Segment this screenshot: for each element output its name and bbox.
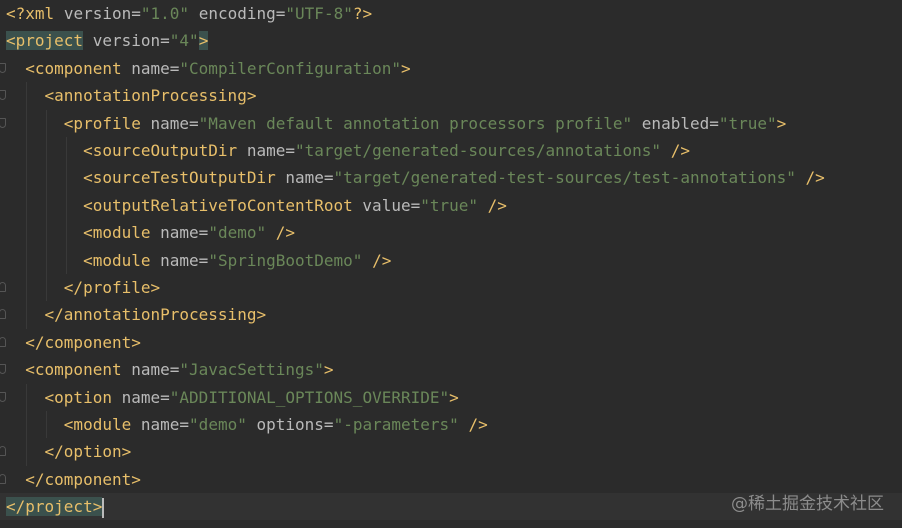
code-line[interactable]: </component> bbox=[0, 329, 902, 356]
code-line[interactable]: <project version="4"> bbox=[0, 27, 902, 54]
code-line[interactable]: <component name="CompilerConfiguration"> bbox=[0, 55, 902, 82]
code-text: <module name="demo" /> bbox=[83, 223, 296, 243]
watermark: @稀土掘金技术社区 bbox=[731, 494, 884, 514]
code-text: <outputRelativeToContentRoot value="true… bbox=[83, 195, 507, 215]
code-line[interactable]: <?xml version="1.0" encoding="UTF-8"?> bbox=[0, 0, 902, 27]
code-line[interactable]: </profile> bbox=[0, 274, 902, 301]
code-line[interactable]: <module name="SpringBootDemo" /> bbox=[0, 247, 902, 274]
code-text: <?xml version="1.0" encoding="UTF-8"?> bbox=[6, 4, 373, 23]
text-caret bbox=[102, 497, 105, 518]
code-text: <module name="SpringBootDemo" /> bbox=[83, 250, 392, 270]
code-line[interactable]: <profile name="Maven default annotation … bbox=[0, 110, 902, 137]
code-line[interactable]: </annotationProcessing> bbox=[0, 301, 902, 328]
code-text: <sourceOutputDir name="target/generated-… bbox=[83, 141, 690, 160]
code-line[interactable]: <module name="demo" options="-parameters… bbox=[0, 411, 902, 438]
code-line[interactable]: <outputRelativeToContentRoot value="true… bbox=[0, 192, 902, 219]
code-line[interactable]: <sourceOutputDir name="target/generated-… bbox=[0, 137, 902, 164]
code-text: <sourceTestOutputDir name="target/genera… bbox=[83, 168, 825, 188]
xml-code-editor[interactable]: <?xml version="1.0" encoding="UTF-8"?> <p… bbox=[0, 0, 902, 528]
code-text: <component name="CompilerConfiguration"> bbox=[25, 58, 411, 78]
code-text: <option name="ADDITIONAL_OPTIONS_OVERRID… bbox=[44, 387, 459, 407]
code-line[interactable]: <module name="demo" /> bbox=[0, 219, 902, 246]
code-text: </component> bbox=[25, 332, 141, 352]
code-text: </option> bbox=[44, 442, 132, 462]
code-text: <annotationProcessing> bbox=[44, 86, 257, 106]
code-text: </project> bbox=[6, 497, 105, 518]
code-text: </profile> bbox=[63, 278, 161, 297]
code-text: <profile name="Maven default annotation … bbox=[63, 113, 787, 133]
code-line[interactable]: <option name="ADDITIONAL_OPTIONS_OVERRID… bbox=[0, 384, 902, 411]
code-text: <module name="demo" options="-parameters… bbox=[63, 415, 488, 434]
code-text: <component name="JavacSettings"> bbox=[25, 360, 334, 380]
code-line[interactable]: <sourceTestOutputDir name="target/genera… bbox=[0, 164, 902, 191]
code-line[interactable]: <component name="JavacSettings"> bbox=[0, 356, 902, 383]
code-text: </component> bbox=[25, 469, 141, 489]
code-text: <project version="4"> bbox=[6, 31, 209, 51]
code-line[interactable]: </option> bbox=[0, 438, 902, 465]
code-line[interactable]: <annotationProcessing> bbox=[0, 82, 902, 109]
code-text: </annotationProcessing> bbox=[44, 305, 267, 325]
